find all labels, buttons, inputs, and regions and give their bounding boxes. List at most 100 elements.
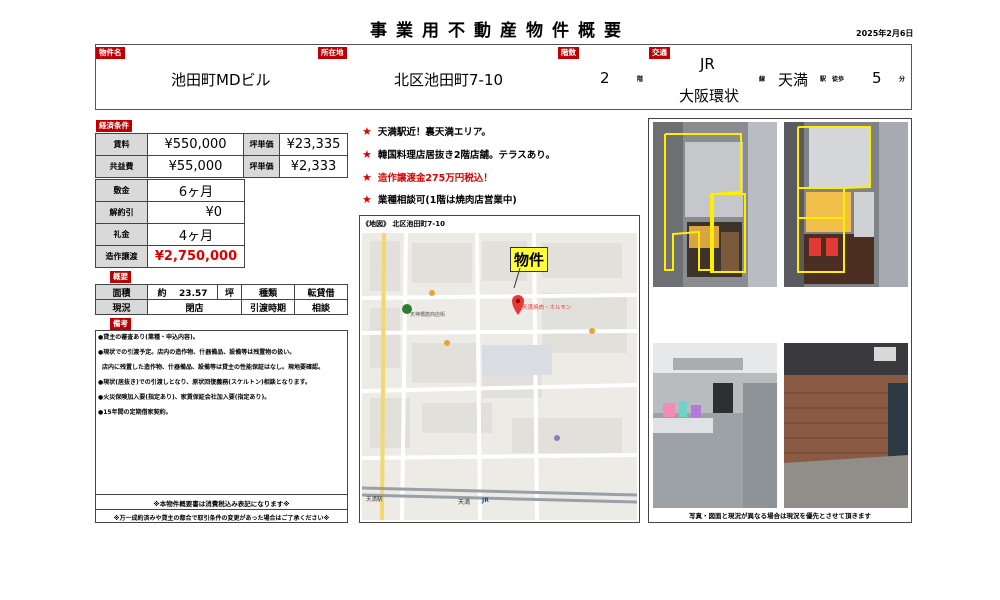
line-name: 大阪環状 [679, 87, 740, 105]
point-item: ★ 造作譲渡金275万円税込！ [362, 170, 493, 184]
star-icon: ★ [362, 125, 372, 138]
point-text: 韓国料理店居抜き2階店舗。テラスあり。 [377, 150, 556, 161]
area-value-cell: 約 23.57 [147, 284, 218, 300]
floor-label: 階数 [558, 47, 579, 59]
photo-panel: 写真・図面と現況が異なる場合は現況を優先とさせて頂きます [648, 118, 912, 523]
map-poi-label: 天満 [458, 499, 471, 506]
remark-item: ●火災保険加入要(指定あり)、家賃保証会社加入要(指定あり)。 [98, 394, 271, 401]
property-location: 北区池田町7-10 [394, 71, 504, 89]
remark-item: ●貸主の審査あり(業種・申込内容)。 [98, 334, 199, 341]
map-poi-label: 天満駅 [366, 497, 383, 503]
transfer-row: 造作譲渡 ¥2,750,000 [95, 245, 245, 268]
star-icon: ★ [362, 171, 372, 184]
interior-photo-graphic [784, 343, 908, 508]
transfer-label: 造作譲渡 [95, 245, 148, 268]
name-label: 物件名 [96, 47, 125, 59]
common-fee-row: 共益費 ¥55,000 坪単価 ¥2,333 [95, 155, 348, 178]
interior-photo[interactable] [784, 343, 908, 508]
rent-tsubo-label: 坪単価 [243, 133, 280, 156]
building-photo-graphic [784, 122, 908, 287]
remark-item: 店内に残置した造作物、什器備品、設備等は貸主の性能保証はなし。現地要確認。 [102, 364, 325, 371]
conditions-label: 経済条件 [96, 120, 132, 132]
walk-label: 徒歩 [832, 76, 845, 83]
facade-photo-graphic [653, 122, 777, 287]
location-label: 所在地 [318, 47, 347, 59]
photo-caption: 写真・図面と現況が異なる場合は現況を優先とさせて頂きます [689, 512, 871, 520]
remarks-box: ●貸主の審査あり(業種・申込内容)。 ●現状での引渡予定。店内の造作物、什器備品… [95, 330, 348, 523]
facade-photo[interactable] [653, 122, 777, 287]
deposit-row: 敷金 6ヶ月 [95, 179, 245, 202]
overview-label: 概要 [110, 271, 131, 283]
star-icon: ★ [362, 193, 372, 206]
building-photo[interactable] [784, 122, 908, 287]
key-money-label: 礼金 [95, 223, 148, 246]
point-text: 業種相談可(1階は焼肉店営業中) [377, 195, 517, 206]
remarks-divider [96, 494, 347, 495]
kitchen-photo[interactable] [653, 343, 777, 508]
map-poi-label: JR [482, 497, 489, 504]
point-item: ★ 韓国料理店居抜き2階店舗。テラスあり。 [362, 147, 555, 161]
document-title: 事業用不動産物件概要 [370, 21, 630, 41]
point-text: 天満駅近！裏天満エリア。 [377, 127, 491, 138]
area-row: 面積 約 23.57 坪 種類 転貸借 [95, 284, 348, 300]
amortization-value: ¥0 [147, 201, 245, 224]
remarks-label: 備考 [110, 318, 131, 330]
rent-value: ¥550,000 [147, 133, 244, 156]
map-graphic [362, 233, 637, 520]
common-fee-value: ¥55,000 [147, 155, 244, 178]
deposit-label: 敷金 [95, 179, 148, 202]
remark-item: ●現状での引渡予定。店内の造作物、什器備品、設備等は残置物の扱い。 [98, 349, 296, 356]
transport-label: 交通 [649, 47, 670, 59]
line-company: JR [700, 55, 715, 73]
map-poi-label: 天神橋筋商店街 [410, 312, 446, 318]
remarks-divider-2 [96, 509, 347, 510]
property-marker-pointer [513, 268, 521, 289]
key-money-value: 4ヶ月 [147, 223, 245, 246]
point-text: 造作譲渡金275万円税込！ [377, 173, 493, 184]
tax-notice: ※本物件概要書は消費税込み表記になります※ [153, 500, 290, 508]
walk-unit: 分 [899, 76, 906, 83]
station-name: 天満 [778, 71, 809, 89]
area-value: 23.57 [179, 288, 208, 299]
point-item: ★ 業種相談可(1階は焼肉店営業中) [362, 192, 517, 206]
remark-item: ●現状(居抜き)での引渡しとなり、原状回復義務(スケルトン)相談となります。 [98, 379, 312, 386]
type-label: 種類 [241, 284, 295, 300]
amortization-label: 解約引 [95, 201, 148, 224]
deposit-value: 6ヶ月 [147, 179, 245, 202]
status-value: 閉店 [147, 299, 242, 315]
floor-value: 2 [600, 69, 610, 87]
map-panel: 《地図》 北区池田町7-10 天満焼肉・ホルモン 天神橋筋商店街 天満駅 天満 … [359, 215, 640, 523]
conditions-table-lower: 敷金 6ヶ月 解約引 ¥0 礼金 4ヶ月 造作譲渡 ¥2,750,000 [95, 179, 245, 268]
status-label: 現況 [95, 299, 148, 315]
document-date: 2025年2月6日 [856, 29, 914, 38]
kitchen-photo-graphic [653, 343, 777, 508]
map-poi-label: 天満焼肉・ホルモン [522, 305, 572, 311]
type-value: 転貸借 [294, 284, 348, 300]
area-label: 面積 [95, 284, 148, 300]
map-label: 《地図》 北区池田町7-10 [362, 220, 445, 228]
point-item: ★ 天満駅近！裏天満エリア。 [362, 124, 491, 138]
map-image[interactable]: 天満焼肉・ホルモン 天神橋筋商店街 天満駅 天満 JR [362, 233, 637, 520]
rent-label: 賃料 [95, 133, 148, 156]
remark-item: ●15年間の定期借家契約。 [98, 409, 172, 416]
conditions-table: 賃料 ¥550,000 坪単価 ¥23,335 共益費 ¥55,000 坪単価 … [95, 133, 348, 178]
remarks-list: ●貸主の審査あり(業種・申込内容)。 ●現状での引渡予定。店内の造作物、什器備品… [96, 334, 347, 424]
amortization-row: 解約引 ¥0 [95, 201, 245, 224]
line-unit: 線 [759, 76, 766, 83]
station-unit: 駅 [820, 76, 827, 83]
handover-label: 引渡時期 [241, 299, 295, 315]
star-icon: ★ [362, 148, 372, 161]
area-prefix: 約 [157, 288, 167, 299]
walk-minutes: 5 [872, 69, 882, 87]
transfer-value: ¥2,750,000 [147, 245, 245, 268]
common-fee-label: 共益費 [95, 155, 148, 178]
area-unit: 坪 [217, 284, 242, 300]
common-tsubo-label: 坪単価 [243, 155, 280, 178]
rent-tsubo-value: ¥23,335 [279, 133, 348, 156]
floor-unit: 階 [637, 76, 644, 83]
property-header: 物件名 池田町MDビル 所在地 北区池田町7-10 階数 2 階 交通 JR 大… [95, 44, 912, 110]
rent-row: 賃料 ¥550,000 坪単価 ¥23,335 [95, 133, 348, 156]
status-row: 現況 閉店 引渡時期 相談 [95, 299, 348, 315]
common-tsubo-value: ¥2,333 [279, 155, 348, 178]
overview-table: 面積 約 23.57 坪 種類 転貸借 現況 閉店 引渡時期 相談 [95, 284, 348, 315]
